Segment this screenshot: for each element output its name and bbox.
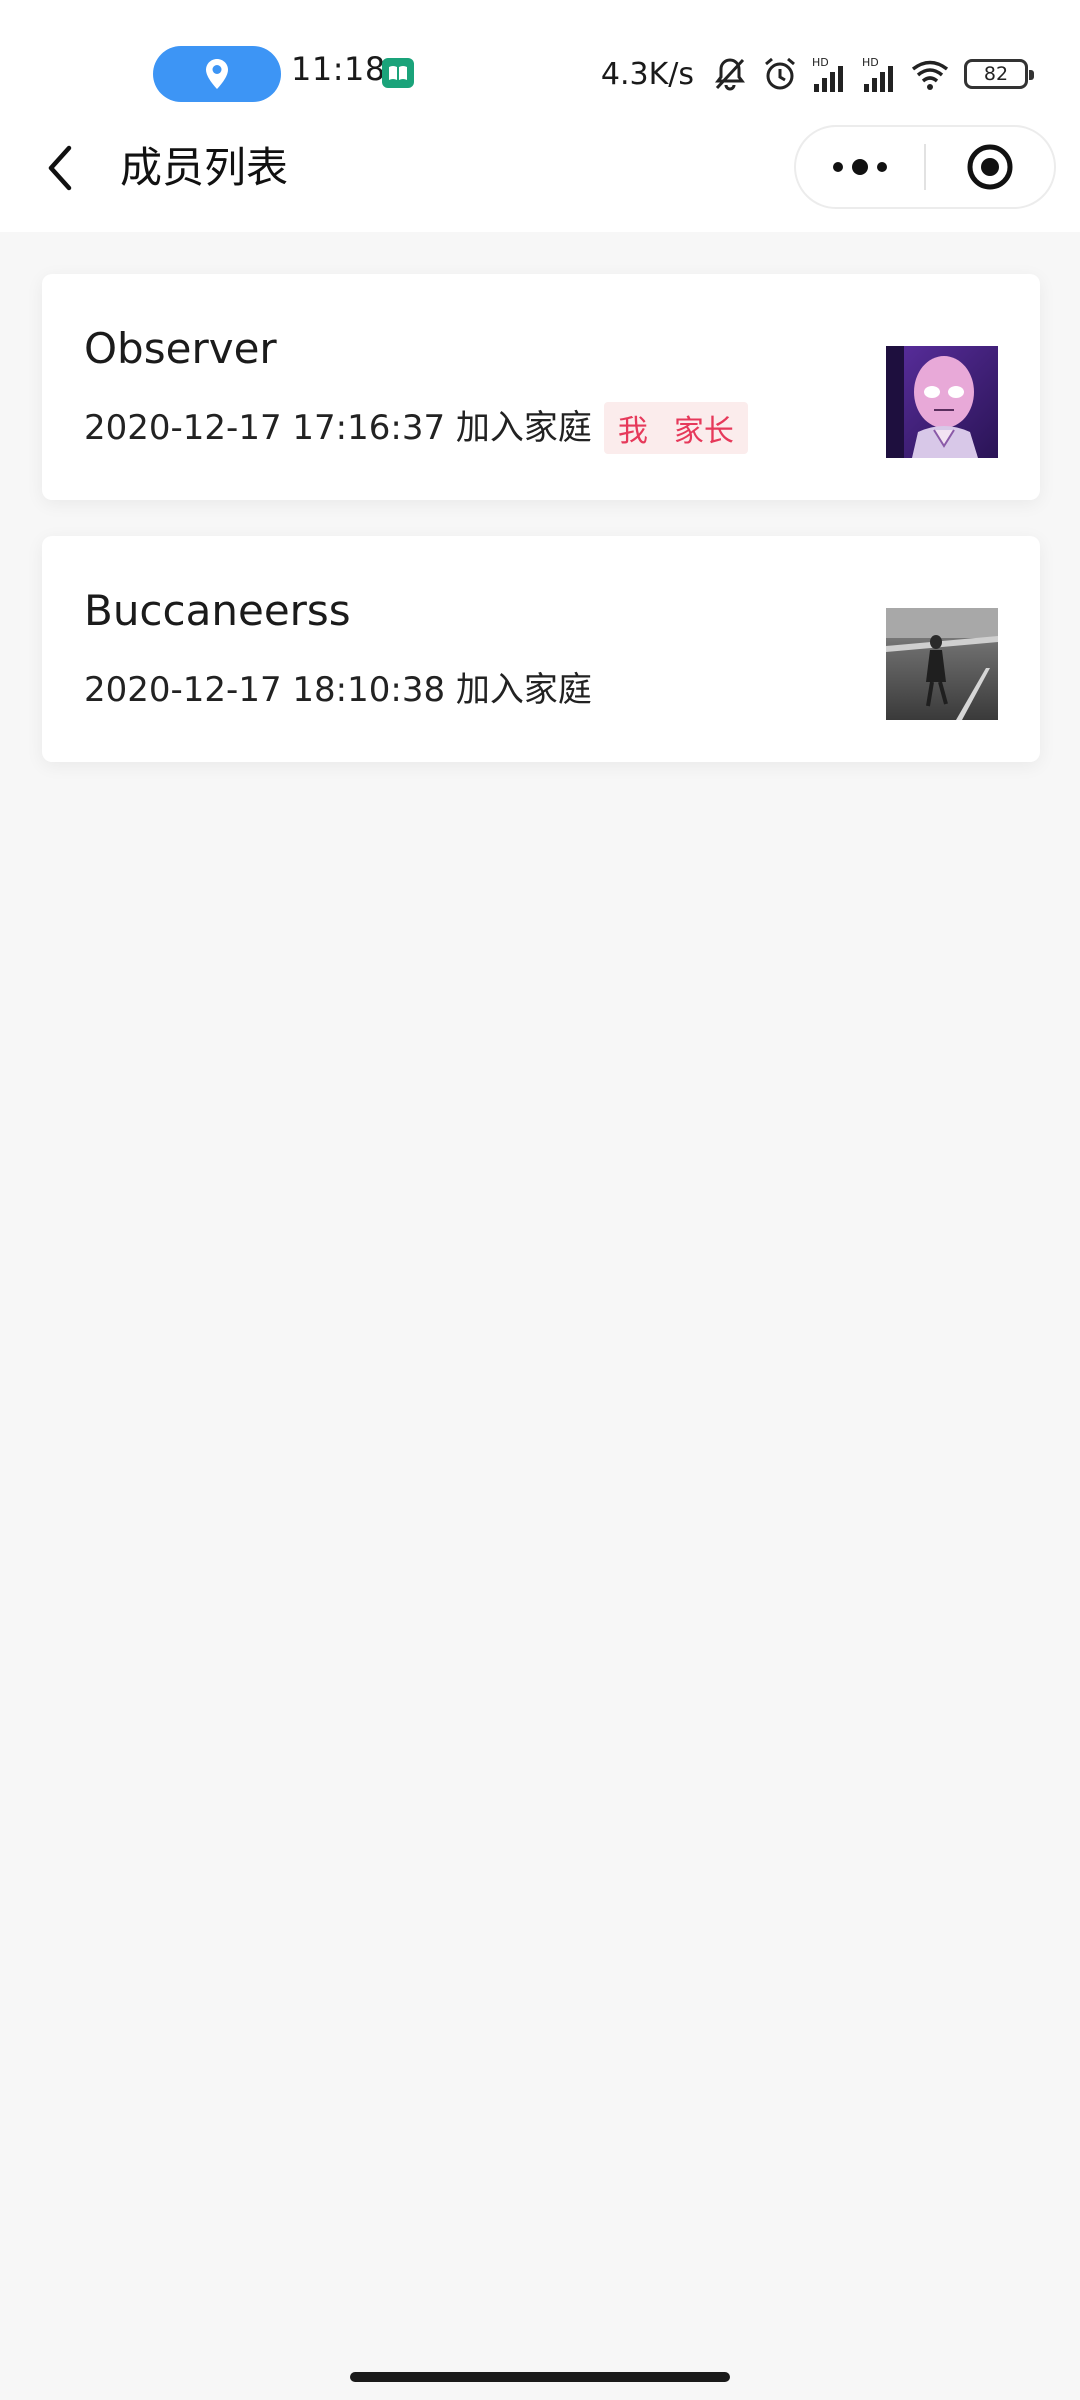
book-icon <box>382 58 414 88</box>
more-dots-icon <box>833 159 887 175</box>
avatar <box>886 608 998 720</box>
alarm-icon <box>765 57 795 90</box>
member-card[interactable]: Observer 2020-12-17 17:16:37 加入家庭 我 家长 <box>42 274 1040 500</box>
member-card[interactable]: Buccaneerss 2020-12-17 18:10:38 加入家庭 <box>42 536 1040 762</box>
svg-text:HD: HD <box>812 56 829 69</box>
signal-hd-icon: HD <box>862 56 893 92</box>
member-list: Observer 2020-12-17 17:16:37 加入家庭 我 家长 B… <box>42 274 1040 798</box>
home-indicator[interactable] <box>350 2372 730 2382</box>
member-meta: 2020-12-17 17:16:37 加入家庭 我 家长 <box>84 400 748 456</box>
tag-parent: 家长 <box>673 414 734 449</box>
close-button[interactable] <box>926 127 1054 207</box>
chevron-left-icon <box>48 145 72 191</box>
page-title: 成员列表 <box>120 143 289 192</box>
net-speed: 4.3K/s <box>600 56 694 92</box>
svg-text:HD: HD <box>862 56 879 69</box>
member-name: Buccaneerss <box>84 586 351 635</box>
mute-icon <box>715 58 745 91</box>
signal-hd-icon: HD <box>812 56 843 92</box>
member-name: Observer <box>84 324 277 373</box>
more-button[interactable] <box>796 127 924 207</box>
avatar-grayscale-photo <box>886 608 998 720</box>
member-joined-time: 2020-12-17 18:10:38 加入家庭 <box>84 670 592 710</box>
location-icon <box>206 59 228 89</box>
avatar <box>886 346 998 458</box>
avatar-bald-hero <box>886 346 998 458</box>
location-indicator[interactable] <box>153 46 281 102</box>
member-tags: 我 家长 <box>603 402 748 454</box>
status-time: 11:18 <box>291 50 386 88</box>
tag-me: 我 <box>617 414 648 449</box>
target-icon <box>967 144 1013 190</box>
member-meta: 2020-12-17 18:10:38 加入家庭 <box>84 662 592 718</box>
status-icons: 4.3K/s HD HD 82 <box>600 50 1034 98</box>
wifi-icon <box>911 60 949 90</box>
member-joined-time: 2020-12-17 17:16:37 加入家庭 <box>84 408 592 448</box>
mini-program-capsule <box>794 125 1056 209</box>
back-button[interactable] <box>40 140 80 196</box>
battery-level: 82 <box>983 63 1009 85</box>
battery-icon: 82 <box>964 59 1034 89</box>
